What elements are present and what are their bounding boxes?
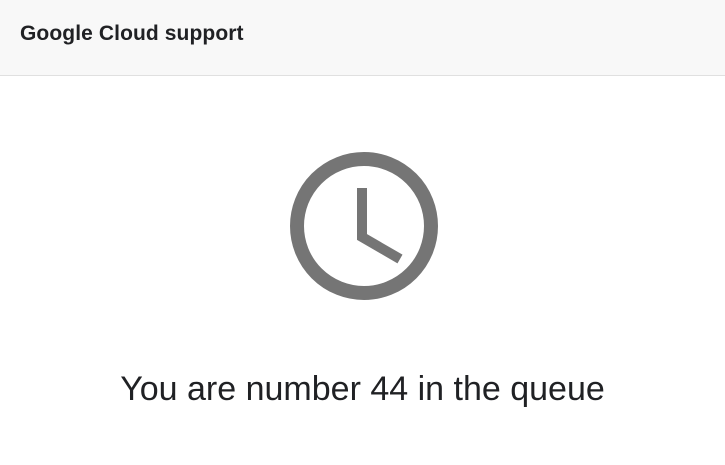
queue-panel: You are number 44 in the queue bbox=[0, 76, 725, 465]
page-title: Google Cloud support bbox=[20, 22, 244, 45]
clock-icon bbox=[288, 151, 440, 303]
header-bar: Google Cloud support bbox=[0, 0, 725, 76]
queue-position-text: You are number 44 in the queue bbox=[120, 370, 605, 408]
